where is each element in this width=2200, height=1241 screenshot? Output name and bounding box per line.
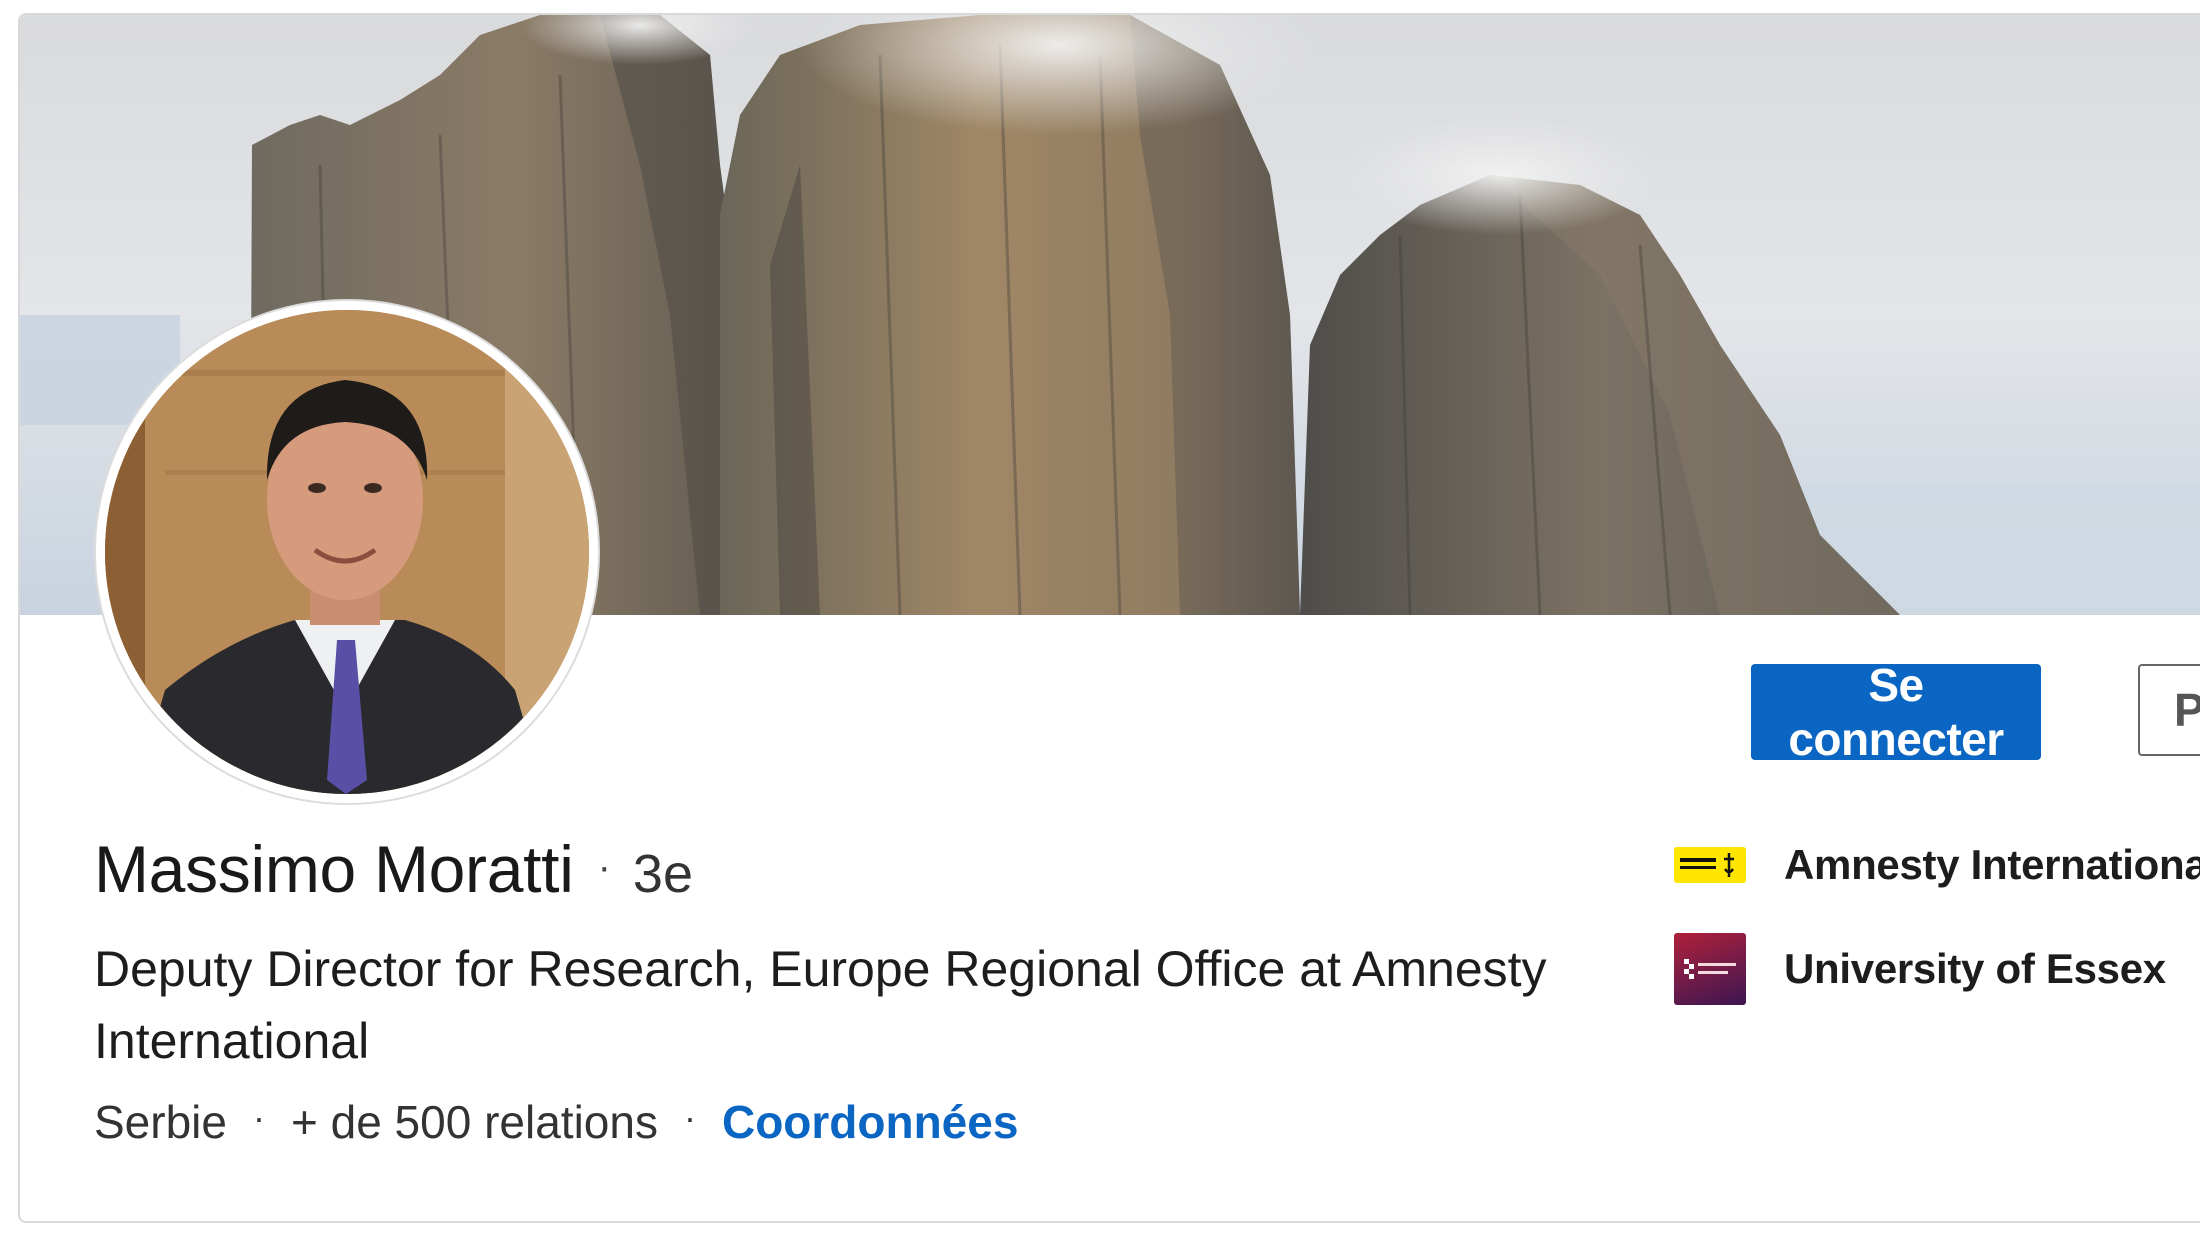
connection-degree: 3e [632, 844, 693, 904]
org-name: Amnesty International [1784, 841, 2200, 888]
profile-card: Se connecter P Massimo Moratti · 3e Depu… [18, 13, 2200, 1223]
profile-headline: Deputy Director for Research, Europe Reg… [94, 941, 1547, 1069]
separator-dot: · [597, 845, 611, 889]
separator-dot: · [252, 1097, 265, 1138]
contact-info-link[interactable]: Coordonnées [722, 1095, 1018, 1149]
connections-count: + de 500 relations [290, 1096, 658, 1148]
org-name: University of Essex [1784, 945, 2166, 992]
name-row: Massimo Moratti · 3e [94, 831, 693, 907]
essex-logo-icon [1674, 933, 1746, 1005]
connect-button[interactable]: Se connecter [1751, 659, 2041, 765]
amnesty-logo-icon [1674, 847, 1746, 883]
org-item-amnesty[interactable]: Amnesty International [1674, 841, 2200, 889]
more-button[interactable]: P [2138, 664, 2200, 756]
org-item-essex[interactable]: University of Essex [1674, 933, 2166, 1005]
location: Serbie [94, 1096, 227, 1148]
separator-dot: · [683, 1097, 696, 1138]
profile-meta: Serbie · + de 500 relations · Coordonnée… [94, 1095, 1018, 1149]
profile-name: Massimo Moratti [94, 832, 574, 906]
profile-photo-avatar[interactable] [96, 301, 598, 803]
